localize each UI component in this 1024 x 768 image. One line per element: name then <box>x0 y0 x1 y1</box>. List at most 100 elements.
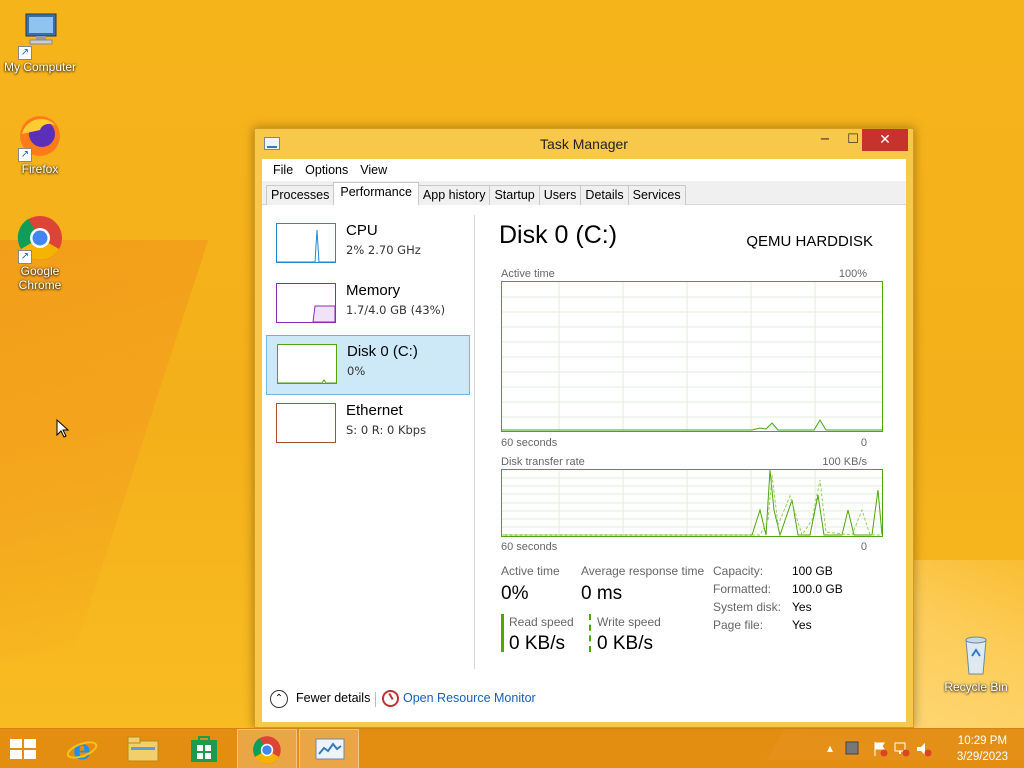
resource-sub: 0% <box>347 364 366 378</box>
tab-performance[interactable]: Performance <box>333 182 419 205</box>
store-icon <box>191 736 217 762</box>
taskbar-task-manager[interactable] <box>299 729 359 768</box>
detail-value: 100 GB <box>792 564 833 578</box>
firefox-icon: ↗ <box>16 112 64 162</box>
ethernet-mini-graph <box>276 403 336 443</box>
transfer-rate-graph <box>501 469 883 537</box>
menu-view[interactable]: View <box>355 163 392 177</box>
menu-file[interactable]: File <box>268 163 298 177</box>
resource-item-cpu[interactable]: CPU 2% 2.70 GHz <box>266 215 470 275</box>
taskbar: e ▴ 10:29 PM 3/29/2023 <box>0 728 1024 768</box>
stat-active-time-label: Active time <box>501 564 560 578</box>
stat-write-speed-label: Write speed <box>597 615 661 629</box>
desktop-icon-label: Recycle Bin <box>944 680 1008 694</box>
detail-value: Yes <box>792 618 812 632</box>
resource-name: Memory <box>346 282 401 299</box>
menu-options[interactable]: Options <box>300 163 353 177</box>
desktop-icon-firefox[interactable]: ↗ Firefox <box>0 112 80 176</box>
resource-monitor-icon <box>382 690 399 707</box>
cpu-mini-graph <box>276 223 336 263</box>
stat-write-speed-value: 0 KB/s <box>597 633 653 654</box>
resource-item-disk[interactable]: Disk 0 (C:) 0% <box>266 335 470 395</box>
tab-processes[interactable]: Processes <box>266 185 335 205</box>
footer-separator <box>375 692 376 707</box>
system-tray: ▴ 10:29 PM 3/29/2023 <box>814 729 1024 768</box>
chrome-icon <box>253 736 281 764</box>
disk-model: QEMU HARDDISK <box>746 233 873 250</box>
write-speed-indicator <box>589 614 591 652</box>
start-button[interactable] <box>0 729 48 768</box>
active-time-graph <box>501 281 883 432</box>
volume-muted-icon[interactable] <box>916 741 932 757</box>
close-button[interactable]: ✕ <box>862 129 908 151</box>
fewer-details-link[interactable]: Fewer details <box>296 691 370 705</box>
taskbar-file-explorer[interactable] <box>113 729 173 768</box>
open-resource-monitor-link[interactable]: Open Resource Monitor <box>403 691 536 705</box>
desktop-icon-google-chrome[interactable]: ↗ Google Chrome <box>0 214 80 292</box>
transfer-graph-label: Disk transfer rate <box>501 456 585 468</box>
resource-name: CPU <box>346 222 378 239</box>
resource-item-ethernet[interactable]: Ethernet S: 0 R: 0 Kbps <box>266 395 470 455</box>
taskbar-chrome[interactable] <box>237 729 297 768</box>
memory-mini-graph <box>276 283 336 323</box>
action-flag-icon[interactable] <box>872 741 888 757</box>
computer-icon: ↗ <box>16 10 64 60</box>
disk-title: Disk 0 (C:) <box>499 221 618 249</box>
read-speed-indicator <box>501 614 504 652</box>
active-time-graph-label: Active time <box>501 268 555 280</box>
tab-users[interactable]: Users <box>538 185 582 205</box>
transfer-zero: 0 <box>860 541 867 553</box>
desktop-icon-recycle-bin[interactable]: Recycle Bin <box>936 630 1016 694</box>
disk-mini-graph <box>277 344 337 384</box>
chevron-up-icon[interactable]: ⌃ <box>270 690 288 708</box>
performance-content: CPU 2% 2.70 GHz Memory 1.7/4.0 GB (43%) … <box>262 205 906 722</box>
resource-name: Disk 0 (C:) <box>347 343 418 360</box>
resource-item-memory[interactable]: Memory 1.7/4.0 GB (43%) <box>266 275 470 335</box>
task-manager-window: Task Manager − ☐ ✕ File Options View Pro… <box>254 128 914 728</box>
active-time-graph-max: 100% <box>838 268 867 280</box>
taskbar-clock[interactable]: 10:29 PM 3/29/2023 <box>957 733 1008 765</box>
desktop-icon-my-computer[interactable]: ↗ My Computer <box>0 10 80 74</box>
detail-key: Page file: <box>713 618 764 632</box>
transfer-seconds: 60 seconds <box>501 541 558 553</box>
stat-avg-response-value: 0 ms <box>581 583 623 604</box>
resource-list: CPU 2% 2.70 GHz Memory 1.7/4.0 GB (43%) … <box>266 205 474 675</box>
taskbar-internet-explorer[interactable]: e <box>52 729 112 768</box>
tab-services[interactable]: Services <box>627 185 686 205</box>
resource-sub: S: 0 R: 0 Kbps <box>346 423 427 437</box>
clock-time: 10:29 PM <box>957 735 1008 747</box>
file-explorer-icon <box>127 736 159 762</box>
resource-name: Ethernet <box>346 402 403 419</box>
active-time-zero: 0 <box>860 437 867 449</box>
internet-explorer-icon: e <box>66 734 98 764</box>
stat-read-speed-label: Read speed <box>509 615 574 629</box>
window-client-area: File Options View Processes Performance … <box>262 159 906 722</box>
clock-date: 3/29/2023 <box>956 751 1008 763</box>
disk-detail-panel: Disk 0 (C:) QEMU HARDDISK Active time 10… <box>487 205 887 675</box>
action-center-icon[interactable] <box>844 741 860 757</box>
chrome-icon: ↗ <box>16 214 64 264</box>
detail-key: Formatted: <box>713 582 772 596</box>
taskbar-store[interactable] <box>174 729 234 768</box>
wallpaper-shape <box>0 240 209 660</box>
menu-bar: File Options View <box>262 159 906 181</box>
tab-app-history[interactable]: App history <box>417 185 491 205</box>
tab-startup[interactable]: Startup <box>489 185 540 205</box>
show-hidden-icons-chevron-icon[interactable]: ▴ <box>822 741 838 757</box>
detail-key: System disk: <box>713 600 782 614</box>
task-manager-icon <box>315 738 345 760</box>
tab-details[interactable]: Details <box>580 185 629 205</box>
panel-divider <box>474 215 475 669</box>
network-icon[interactable] <box>894 741 910 757</box>
footer-bar: ⌃ Fewer details Open Resource Monitor <box>262 678 906 722</box>
transfer-graph-max: 100 KB/s <box>822 456 867 468</box>
start-icon <box>10 739 38 761</box>
resource-sub: 1.7/4.0 GB (43%) <box>346 303 446 317</box>
stat-read-speed-value: 0 KB/s <box>509 633 565 654</box>
title-bar[interactable]: Task Manager − ☐ ✕ <box>255 129 913 159</box>
detail-value: Yes <box>792 600 812 614</box>
active-time-seconds: 60 seconds <box>501 437 558 449</box>
detail-key: Capacity: <box>713 564 764 578</box>
desktop-icon-label: Google Chrome <box>18 264 62 292</box>
minimize-button[interactable]: − <box>811 129 839 151</box>
